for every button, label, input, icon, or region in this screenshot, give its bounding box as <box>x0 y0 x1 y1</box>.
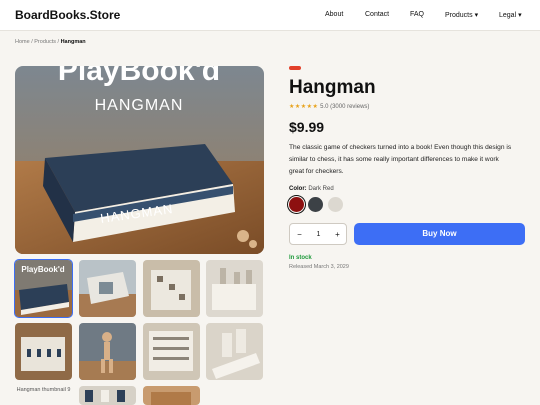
color-label: Color: Dark Red <box>289 186 334 192</box>
nav-products[interactable]: Products ▾ <box>445 11 478 19</box>
thumbnail-6[interactable] <box>79 323 136 380</box>
nav-faq[interactable]: FAQ <box>410 11 424 18</box>
nav-legal[interactable]: Legal ▾ <box>499 11 522 19</box>
star-rating-icon: ★★★★★ <box>289 104 319 110</box>
thumbnail-10[interactable] <box>79 386 136 405</box>
thumbnail-9-alt: Hangman thumbnail 9 <box>16 387 71 393</box>
thumbnail-11[interactable] <box>143 386 200 405</box>
thumbnail-9[interactable]: Hangman thumbnail 9 <box>15 386 72 405</box>
breadcrumb: Home / Products / Hangman <box>15 39 86 45</box>
thumbnail-5[interactable] <box>15 323 72 380</box>
breadcrumb-home[interactable]: Home <box>15 39 30 45</box>
product-title: Hangman <box>289 77 376 98</box>
brand-logo[interactable]: BoardBooks.Store <box>15 8 120 22</box>
quantity-increase-button[interactable]: + <box>328 230 347 239</box>
product-rating: ★★★★★ 5.0 (3000 reviews) <box>289 103 369 110</box>
breadcrumb-products[interactable]: Products <box>34 39 56 45</box>
quantity-decrease-button[interactable]: − <box>290 230 309 239</box>
thumbnail-1[interactable]: PlayBook'd <box>14 259 73 318</box>
color-swatch-dark-red[interactable] <box>289 197 304 212</box>
thumbnail-8[interactable] <box>206 323 263 380</box>
breadcrumb-current: Hangman <box>60 39 86 45</box>
site-header: BoardBooks.Store About Contact FAQ Produ… <box>0 0 540 31</box>
product-price: $9.99 <box>289 119 325 135</box>
stock-status: In stock <box>289 255 312 261</box>
thumbnail-4[interactable] <box>206 260 263 317</box>
thumbnail-7[interactable] <box>143 323 200 380</box>
rating-text: 5.0 (3000 reviews) <box>320 104 370 110</box>
quantity-value[interactable]: 1 <box>309 231 328 238</box>
product-description: The classic game of checkers turned into… <box>289 144 512 175</box>
nav-contact[interactable]: Contact <box>365 11 389 18</box>
color-swatch-light-gray[interactable] <box>328 197 343 212</box>
color-label-key: Color: <box>289 186 307 192</box>
buy-now-button[interactable]: Buy Now <box>354 223 525 245</box>
product-tag <box>289 66 301 70</box>
thumbnail-3[interactable] <box>143 260 200 317</box>
nav-about[interactable]: About <box>325 11 343 18</box>
color-label-value: Dark Red <box>308 186 334 192</box>
release-date: Released March 3, 2029 <box>289 264 349 270</box>
thumbnail-2[interactable] <box>79 260 136 317</box>
quantity-stepper: − 1 + <box>289 223 347 245</box>
main-product-image[interactable]: PlayBook'd HANGMAN HANGMAN <box>15 66 264 254</box>
cover-brand-text: PlayBook'd <box>58 66 220 87</box>
color-swatch-charcoal[interactable] <box>308 197 323 212</box>
thumb-brand-text: PlayBook'd <box>21 265 64 274</box>
cover-title-text: HANGMAN <box>95 97 184 114</box>
